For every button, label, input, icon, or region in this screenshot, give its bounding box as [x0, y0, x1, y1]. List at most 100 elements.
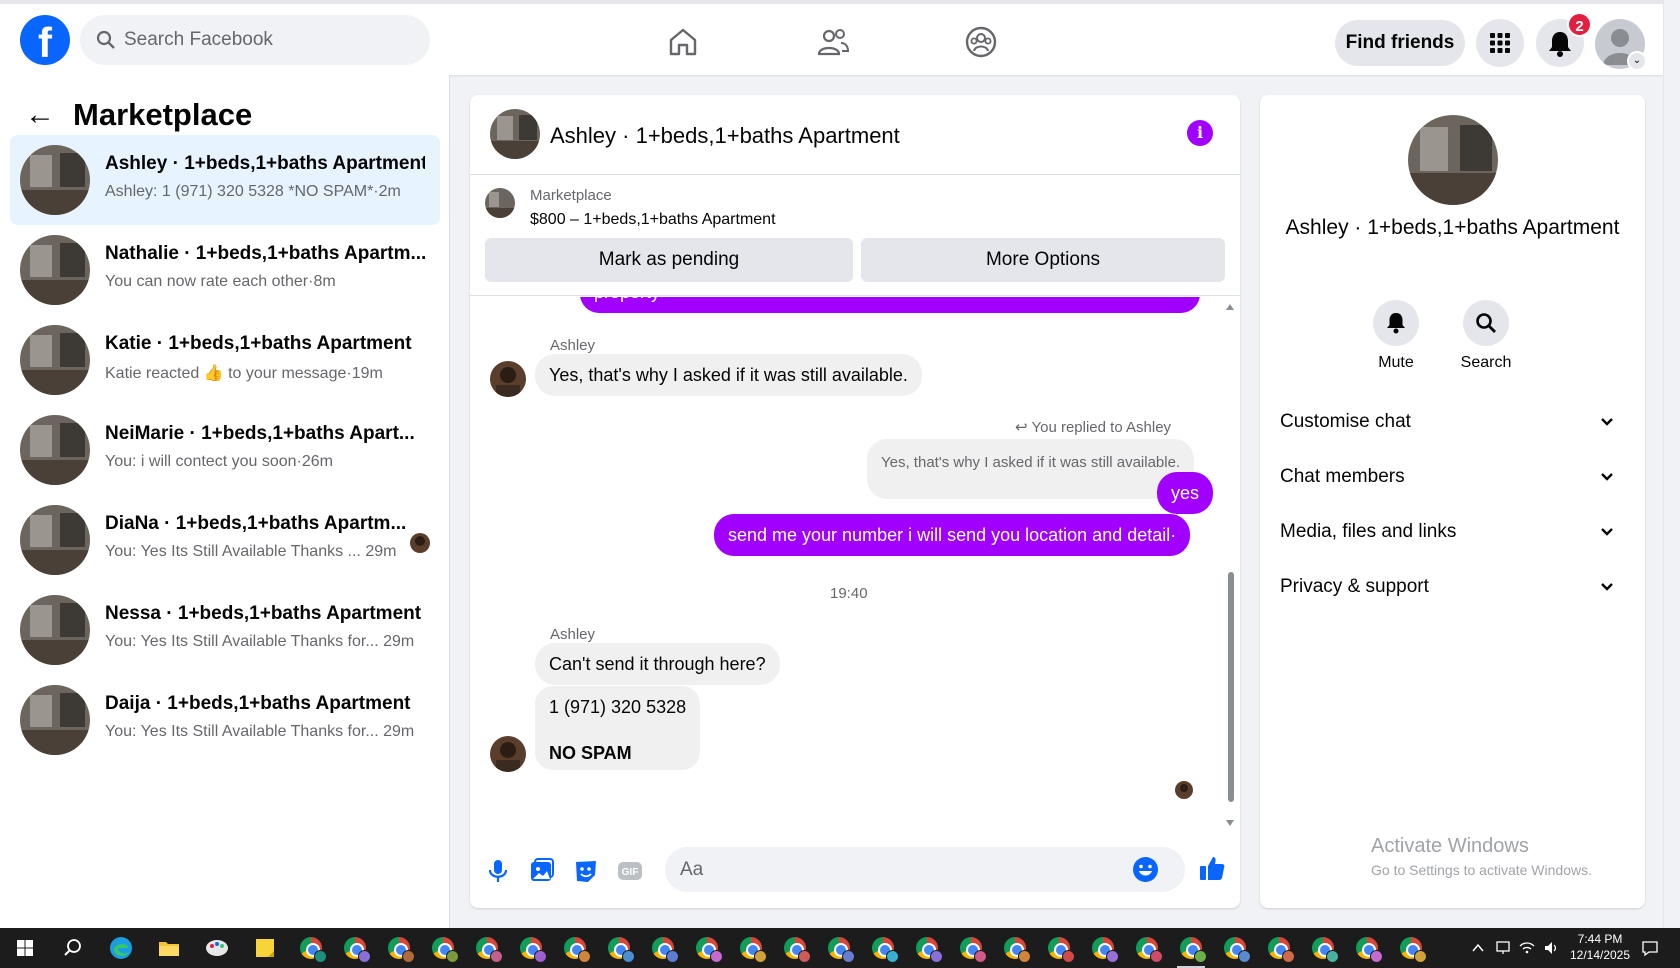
phone-number-text: 1 (971) 320 5328: [549, 697, 687, 717]
taskbar-search-icon[interactable]: [58, 933, 88, 963]
sticky-notes-icon[interactable]: [250, 933, 280, 963]
chrome-icon[interactable]: [1400, 937, 1427, 963]
listing-thumbnail[interactable]: [490, 109, 540, 159]
chrome-icon[interactable]: [1180, 937, 1207, 963]
conversation-item[interactable]: NeiMarie · 1+beds,1+baths Apart... You: …: [10, 405, 440, 495]
conversation-list: Ashley · 1+beds,1+baths Apartment Ashley…: [10, 135, 440, 765]
chevron-down-icon[interactable]: ⌄: [1627, 51, 1647, 71]
chrome-icon[interactable]: [1048, 937, 1075, 963]
find-friends-button[interactable]: Find friends: [1335, 20, 1465, 66]
network-icon[interactable]: [1494, 939, 1512, 957]
chrome-icon[interactable]: [432, 937, 459, 963]
system-clock[interactable]: 7:44 PM 12/14/2025: [1565, 931, 1635, 963]
chrome-icon[interactable]: [1312, 937, 1339, 963]
chrome-icon[interactable]: [608, 937, 635, 963]
gif-icon[interactable]: GIF: [616, 857, 644, 885]
chat-title[interactable]: Ashley · 1+beds,1+baths Apartment: [550, 123, 900, 149]
facebook-logo[interactable]: f: [20, 15, 70, 65]
chrome-icon[interactable]: [1092, 937, 1119, 963]
conversation-title: DiaNa · 1+beds,1+baths Apartm...: [105, 513, 407, 534]
sender-avatar[interactable]: [490, 736, 526, 772]
chrome-icon[interactable]: [696, 937, 723, 963]
chrome-icon[interactable]: [1004, 937, 1031, 963]
conversation-item[interactable]: Ashley · 1+beds,1+baths Apartment Ashley…: [10, 135, 440, 225]
menu-button[interactable]: [1476, 19, 1524, 67]
microphone-icon[interactable]: [484, 857, 512, 885]
conversation-item[interactable]: DiaNa · 1+beds,1+baths Apartm... You: Ye…: [10, 495, 440, 585]
top-navigation-bar: f Find friends 2 ⌄: [0, 0, 1663, 75]
back-arrow-icon[interactable]: ←: [25, 100, 55, 130]
listing-price[interactable]: $800 – 1+beds,1+baths Apartment: [530, 211, 776, 229]
chrome-icon[interactable]: [1356, 937, 1383, 963]
message-bubble: Can't send it through here?: [535, 643, 780, 685]
chrome-icon[interactable]: [960, 937, 987, 963]
search-bar[interactable]: [80, 15, 430, 65]
mute-button[interactable]: Mute: [1356, 300, 1436, 372]
emoji-icon[interactable]: [1132, 856, 1159, 883]
chat-members-row[interactable]: Chat members: [1280, 452, 1625, 502]
chevron-up-icon[interactable]: [1470, 940, 1486, 956]
wifi-icon[interactable]: [1518, 939, 1536, 957]
info-icon[interactable]: i: [1187, 120, 1213, 146]
volume-icon[interactable]: [1542, 939, 1560, 957]
chrome-icon[interactable]: [300, 937, 327, 963]
chrome-icon[interactable]: [828, 937, 855, 963]
file-explorer-icon[interactable]: [154, 933, 184, 963]
reply-indicator: ↩ You replied to Ashley: [1015, 418, 1171, 436]
chrome-icon[interactable]: [784, 937, 811, 963]
search-icon: [1476, 313, 1496, 333]
sticker-icon[interactable]: [572, 857, 600, 885]
chrome-icon[interactable]: [344, 937, 371, 963]
notification-center-icon[interactable]: [1640, 938, 1660, 958]
listing-thumbnail[interactable]: [1408, 115, 1498, 205]
edge-browser-icon[interactable]: [106, 933, 136, 963]
chrome-icon[interactable]: [916, 937, 943, 963]
conversation-item[interactable]: Katie · 1+beds,1+baths Apartment Katie r…: [10, 315, 440, 405]
conversation-details-panel: Ashley · 1+beds,1+baths Apartment Mute S…: [1260, 95, 1645, 908]
chrome-icon[interactable]: [872, 937, 899, 963]
chrome-icon[interactable]: [1224, 937, 1251, 963]
chrome-icon[interactable]: [520, 937, 547, 963]
sender-name: Ashley: [550, 337, 596, 354]
row-label: Media, files and links: [1280, 521, 1457, 542]
mark-as-pending-button[interactable]: Mark as pending: [485, 238, 853, 282]
home-icon[interactable]: [665, 24, 701, 60]
more-options-button[interactable]: More Options: [861, 238, 1225, 282]
chrome-icon[interactable]: [1268, 937, 1295, 963]
message-thread[interactable]: property Ashley Yes, that's why I asked …: [470, 297, 1240, 832]
media-files-links-row[interactable]: Media, files and links: [1280, 507, 1625, 557]
conversation-preview: Ashley: 1 (971) 320 5328 *NO SPAM*·2m: [105, 183, 401, 200]
thumbs-up-icon[interactable]: [1198, 854, 1226, 882]
chrome-icon[interactable]: [652, 937, 679, 963]
row-label: Chat members: [1280, 466, 1405, 487]
read-receipt-avatar: [1175, 781, 1193, 799]
chrome-icon[interactable]: [476, 937, 503, 963]
photo-icon[interactable]: [528, 857, 556, 885]
page-scrollbar[interactable]: [1663, 0, 1680, 928]
chevron-down-icon: [1601, 528, 1613, 536]
search-input[interactable]: [124, 15, 414, 65]
privacy-support-row[interactable]: Privacy & support: [1280, 562, 1625, 612]
search-in-conversation-button[interactable]: Search: [1446, 300, 1526, 372]
chrome-icon[interactable]: [564, 937, 591, 963]
scrollbar-thumb[interactable]: [1228, 572, 1234, 802]
groups-icon[interactable]: [963, 24, 999, 60]
chrome-icon[interactable]: [388, 937, 415, 963]
mute-label: Mute: [1378, 354, 1414, 371]
no-spam-text: NO SPAM: [549, 743, 632, 763]
message-input[interactable]: [680, 847, 1130, 892]
conversation-item[interactable]: Daija · 1+beds,1+baths Apartment You: Ye…: [10, 675, 440, 765]
paint-app-icon[interactable]: [202, 933, 232, 963]
customise-chat-row[interactable]: Customise chat: [1280, 397, 1625, 447]
conversation-title: Daija · 1+beds,1+baths Apartment: [105, 693, 411, 714]
chrome-icon[interactable]: [740, 937, 767, 963]
chevron-down-icon: [1601, 473, 1613, 481]
sender-avatar[interactable]: [490, 361, 526, 397]
friends-icon[interactable]: [815, 24, 851, 60]
message-input-wrapper[interactable]: [665, 847, 1185, 892]
chrome-icon[interactable]: [1136, 937, 1163, 963]
conversation-item[interactable]: Nessa · 1+beds,1+baths Apartment You: Ye…: [10, 585, 440, 675]
clock-date: 12/14/2025: [1569, 948, 1631, 962]
conversation-item[interactable]: Nathalie · 1+beds,1+baths Apartm... You …: [10, 225, 440, 315]
windows-start-icon[interactable]: [10, 933, 40, 963]
